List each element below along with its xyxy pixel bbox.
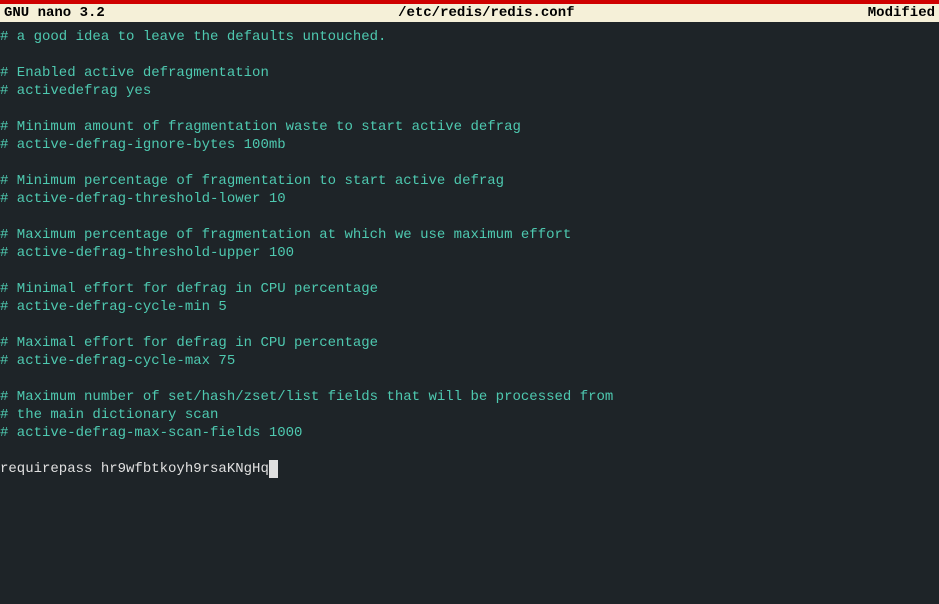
- config-line: # Maximum number of set/hash/zset/list f…: [0, 388, 939, 406]
- title-bar: GNU nano 3.2 /etc/redis/redis.conf Modif…: [0, 4, 939, 22]
- config-line: # a good idea to leave the defaults unto…: [0, 28, 939, 46]
- editor-area[interactable]: # a good idea to leave the defaults unto…: [0, 22, 939, 478]
- config-line-requirepass: requirepass hr9wfbtkoyh9rsaKNgHq: [0, 460, 939, 478]
- config-line: # active-defrag-ignore-bytes 100mb: [0, 136, 939, 154]
- config-line: # Minimal effort for defrag in CPU perce…: [0, 280, 939, 298]
- config-line: # activedefrag yes: [0, 82, 939, 100]
- config-line: [0, 442, 939, 460]
- app-name: GNU nano 3.2: [4, 4, 105, 22]
- config-line: # Maximum percentage of fragmentation at…: [0, 226, 939, 244]
- config-line: [0, 208, 939, 226]
- modified-status: Modified: [868, 4, 935, 22]
- config-line: # active-defrag-threshold-lower 10: [0, 190, 939, 208]
- config-line: # active-defrag-max-scan-fields 1000: [0, 424, 939, 442]
- config-line: [0, 100, 939, 118]
- config-line: [0, 46, 939, 64]
- file-path: /etc/redis/redis.conf: [105, 4, 868, 22]
- config-line: [0, 370, 939, 388]
- config-line: [0, 262, 939, 280]
- config-line: # the main dictionary scan: [0, 406, 939, 424]
- config-line: # active-defrag-threshold-upper 100: [0, 244, 939, 262]
- config-line: # Enabled active defragmentation: [0, 64, 939, 82]
- text-cursor: [269, 460, 278, 478]
- config-line: # active-defrag-cycle-min 5: [0, 298, 939, 316]
- config-line: # active-defrag-cycle-max 75: [0, 352, 939, 370]
- config-line: [0, 316, 939, 334]
- config-line: # Maximal effort for defrag in CPU perce…: [0, 334, 939, 352]
- config-line: # Minimum percentage of fragmentation to…: [0, 172, 939, 190]
- config-line: # Minimum amount of fragmentation waste …: [0, 118, 939, 136]
- config-line: [0, 154, 939, 172]
